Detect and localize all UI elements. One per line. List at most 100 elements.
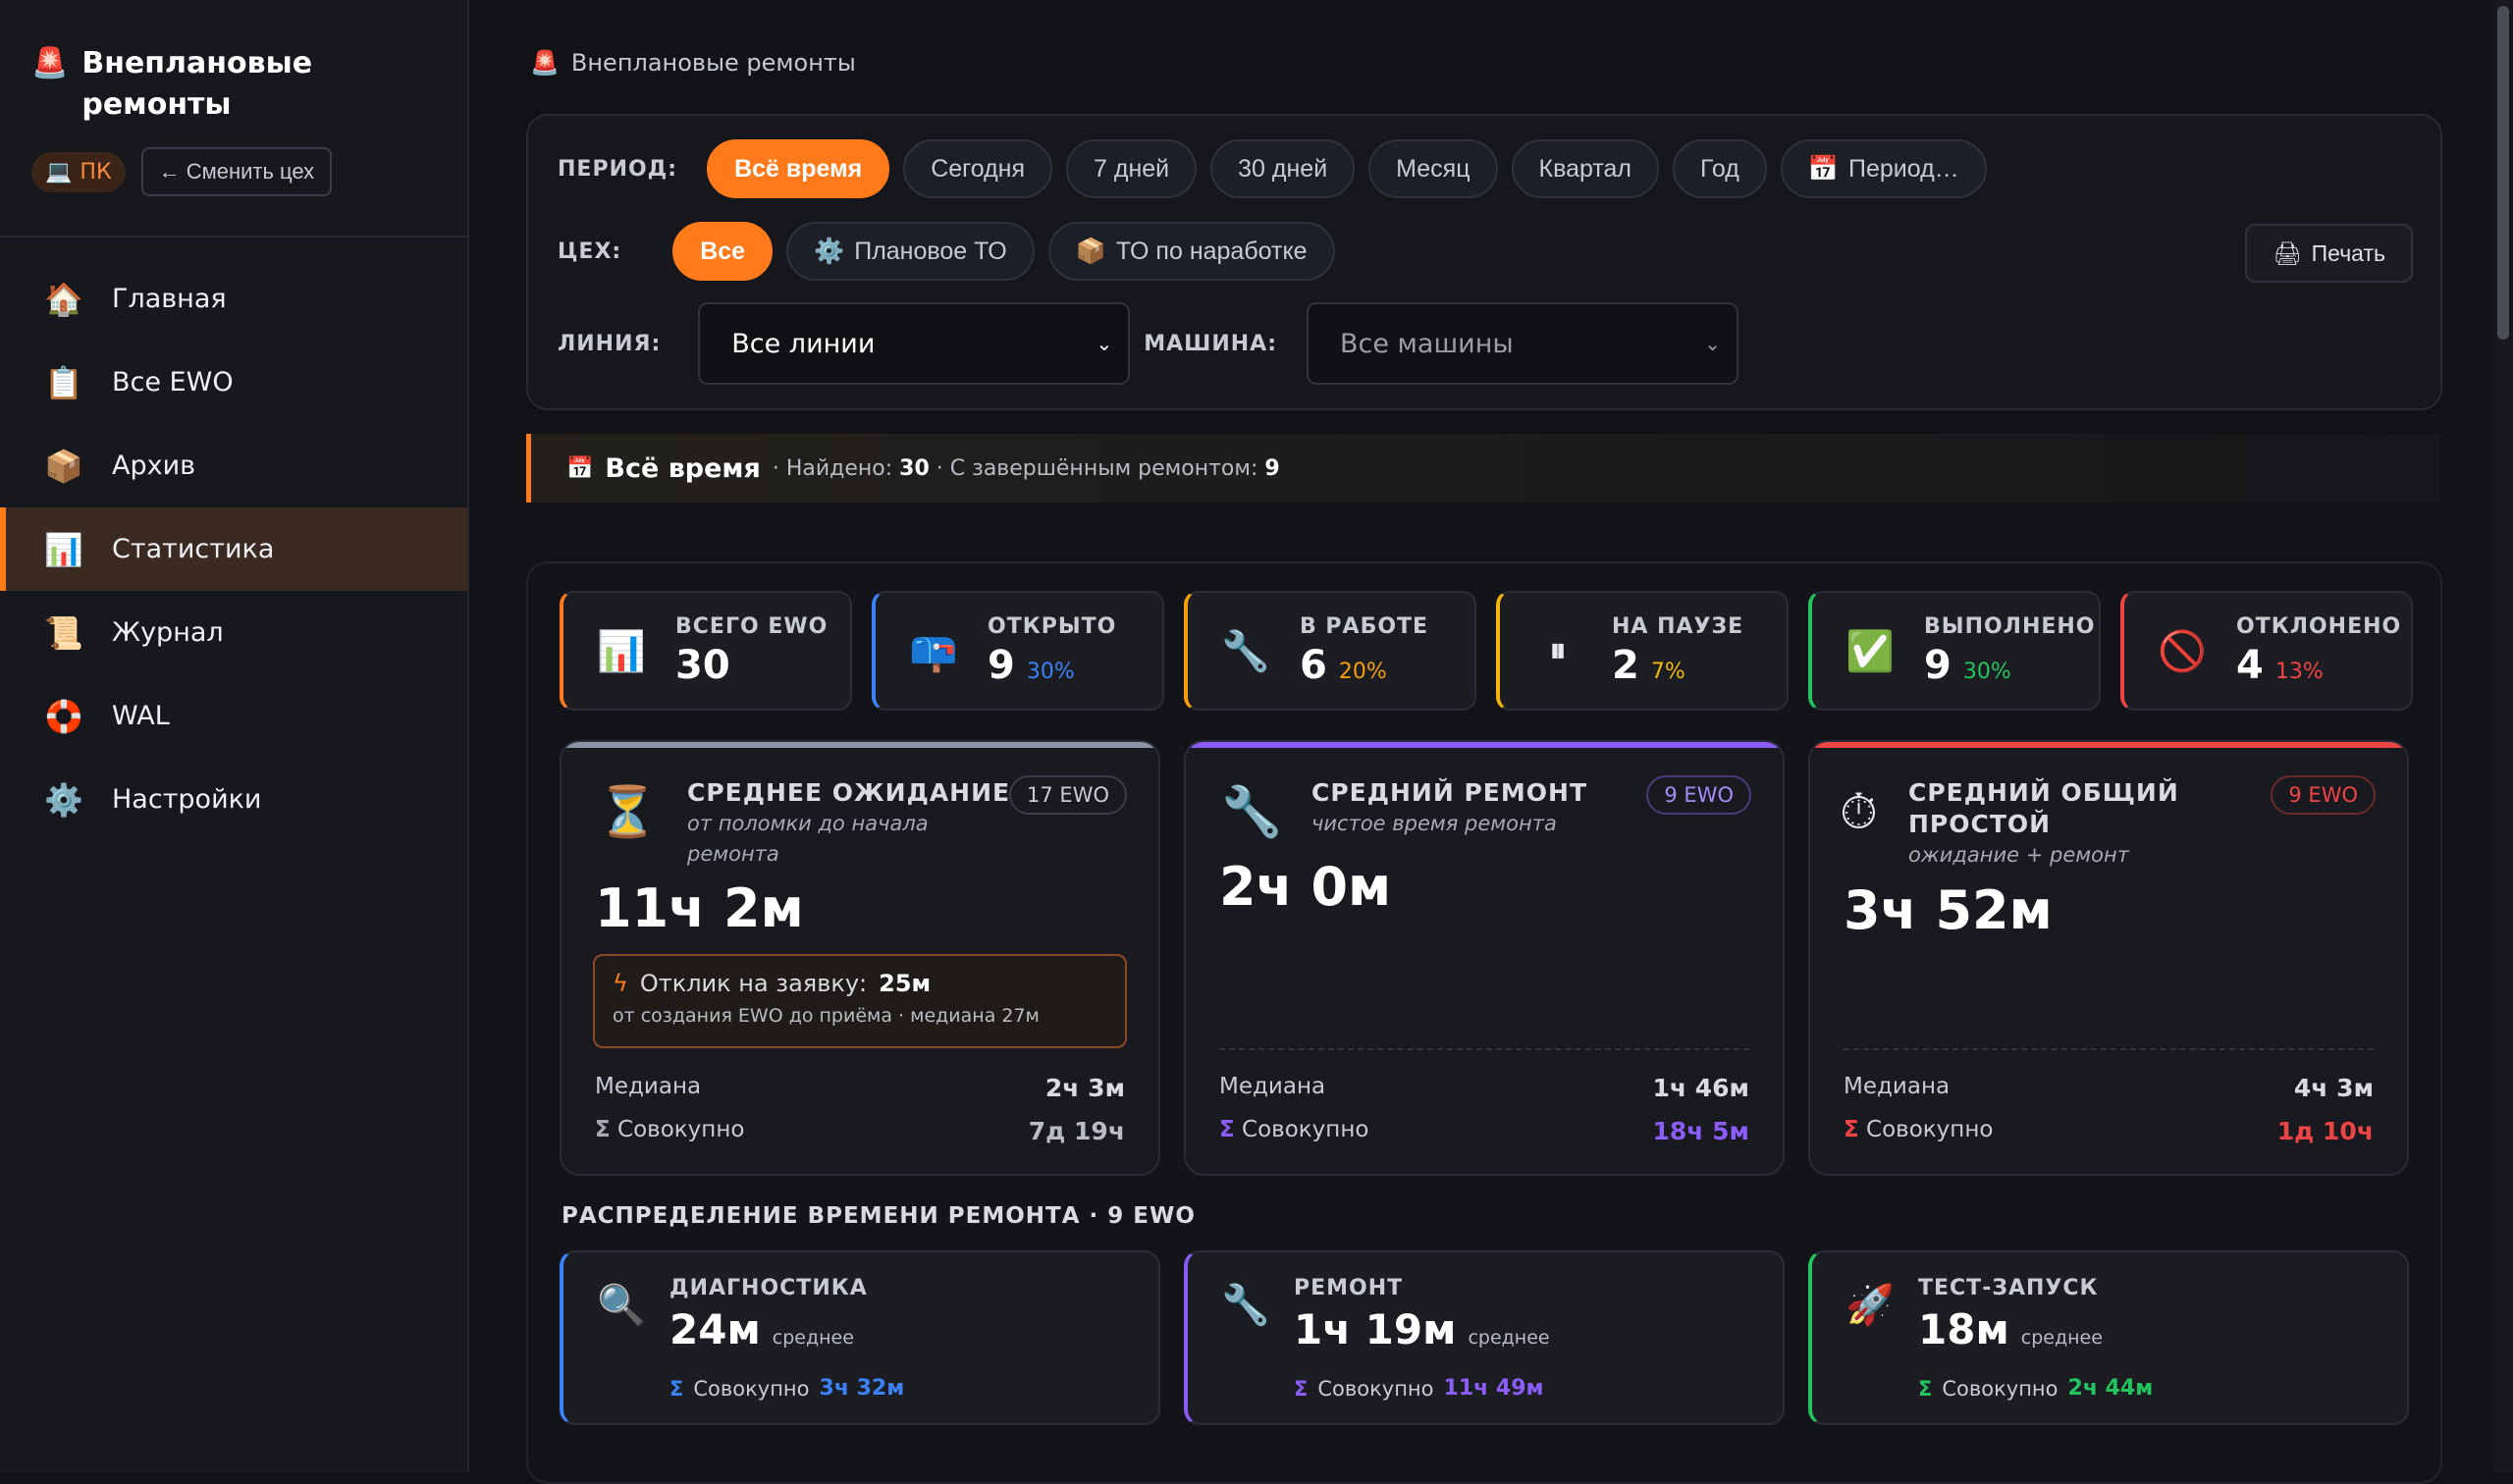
chart-icon: 📊 xyxy=(597,628,646,674)
card-average-wait: ⏳ СРЕДНЕЕ ОЖИДАНИЕ от поломки до начала … xyxy=(560,740,1160,1176)
stat-rejected: 🚫 ОТКЛОНЕНО 4 13% xyxy=(2120,591,2413,711)
nav-label: Статистика xyxy=(112,534,275,564)
line-select[interactable]: Все линии ⌄ xyxy=(698,302,1131,385)
switch-workshop-button[interactable]: ← Сменить цех xyxy=(140,147,333,196)
card-value: 2ч 0м xyxy=(1219,856,1392,918)
median-label: Медиана xyxy=(1219,1074,1326,1099)
nav-item-all-ewo[interactable]: 📋 Все EWO xyxy=(0,341,467,424)
summary-found: 30 xyxy=(899,455,930,481)
distribution-label: ДИАГНОСТИКА xyxy=(669,1276,868,1300)
statistics-panel: 📊 ВСЕГО EWO 30 📪 ОТКРЫТО 9 30% 🔧 В РАБОТЕ 6 2… xyxy=(526,561,2442,1484)
period-chip-7days[interactable]: 7 дней xyxy=(1066,139,1198,198)
period-chip-quarter[interactable]: Квартал xyxy=(1511,139,1660,198)
card-subtitle: чистое время ремонта xyxy=(1311,812,1557,835)
total-row: Σ Совокупно 18ч 5м xyxy=(1219,1117,1749,1145)
breadcrumb-text: Внеплановые ремонты xyxy=(570,49,856,77)
period-chip-custom[interactable]: 📅 Период… xyxy=(1780,139,1987,198)
period-summary: 📅 Всё время · Найдено: 30 · С завершённы… xyxy=(526,434,2440,503)
period-chip-year[interactable]: Год xyxy=(1673,139,1767,198)
machine-label: МАШИНА: xyxy=(1144,331,1277,356)
distribution-test-run: 🚀 ТЕСТ-ЗАПУСК 18м среднее Σ Совокупно 2ч 44… xyxy=(1808,1250,2409,1425)
card-value: 3ч 52м xyxy=(1844,879,2053,941)
sigma-icon: Σ xyxy=(1219,1117,1235,1142)
response-subtitle: от создания EWO до приёма · медиана 27м xyxy=(613,1005,1040,1027)
distribution-value: 1ч 19м xyxy=(1294,1305,1457,1353)
total-label: Совокупно xyxy=(693,1376,810,1401)
total-label: Совокупно xyxy=(1866,1117,1994,1142)
total-value: 1д 10ч xyxy=(2276,1117,2374,1145)
line-machine-row: ЛИНИЯ: Все линии ⌄ МАШИНА: Все машины ⌄ xyxy=(558,302,1738,385)
median-label: Медиана xyxy=(1844,1074,1951,1099)
distribution-title: РАСПРЕДЕЛЕНИЕ ВРЕМЕНИ РЕМОНТА · 9 EWO xyxy=(561,1203,1196,1229)
summary-found-label: · Найдено: xyxy=(772,455,893,481)
siren-icon: 🚨 xyxy=(31,46,69,80)
median-value: 4ч 3м xyxy=(2293,1074,2374,1102)
total-value: 3ч 32м xyxy=(819,1376,905,1401)
nav-item-wal[interactable]: 🛟 WAL xyxy=(0,674,467,758)
period-chip-30days[interactable]: 30 дней xyxy=(1210,139,1356,198)
shop-chip-all[interactable]: Все xyxy=(672,222,774,281)
period-chip-month[interactable]: Месяц xyxy=(1368,139,1498,198)
nav-item-statistics[interactable]: 📊 Статистика xyxy=(0,507,467,591)
printer-icon: 🖨 xyxy=(2272,239,2302,266)
scrollbar-thumb[interactable] xyxy=(2497,6,2509,340)
period-chip-all[interactable]: Всё время xyxy=(707,139,890,198)
lifebuoy-icon: 🛟 xyxy=(44,697,83,735)
period-chip-today[interactable]: Сегодня xyxy=(903,139,1053,198)
stopwatch-icon: ⏱ xyxy=(1840,783,1878,840)
shop-chip-planned[interactable]: ⚙️ Плановое ТО xyxy=(786,222,1035,281)
shop-filter-row: ЦЕХ: Все ⚙️ Плановое ТО 📦 ТО по наработке xyxy=(558,222,1335,281)
wrench-icon: 🔧 xyxy=(1221,628,1270,674)
siren-icon: 🚨 xyxy=(530,49,560,77)
divider xyxy=(1844,1048,2374,1050)
stat-percent: 30% xyxy=(1026,659,1075,684)
workshop-badge-label: ПК xyxy=(80,159,112,185)
total-label: Совокупно xyxy=(1317,1376,1434,1401)
card-average-downtime: ⏱ СРЕДНИЙ ОБЩИЙ ПРОСТОЙ ожидание + ремон… xyxy=(1808,740,2409,1176)
shop-label: ЦЕХ: xyxy=(558,238,622,264)
average-label: среднее xyxy=(2020,1327,2103,1349)
ewo-count-badge: 9 EWO xyxy=(2271,775,2376,815)
gear-icon: ⚙️ xyxy=(814,237,845,265)
card-average-repair: 🔧 СРЕДНИЙ РЕМОНТ чистое время ремонта 9 … xyxy=(1184,740,1785,1176)
check-icon: ✅ xyxy=(1845,628,1895,674)
stat-in-progress: 🔧 В РАБОТЕ 6 20% xyxy=(1184,591,1476,711)
total-row: Σ Совокупно 1д 10ч xyxy=(1844,1117,2374,1145)
median-label: Медиана xyxy=(595,1074,702,1099)
print-button[interactable]: 🖨 Печать xyxy=(2245,224,2413,283)
distribution-label: ТЕСТ-ЗАПУСК xyxy=(1918,1276,2099,1300)
calendar-icon: 📅 xyxy=(1807,154,1839,183)
lightning-icon: ϟ xyxy=(613,970,628,997)
nav-item-journal[interactable]: 📜 Журнал xyxy=(0,591,467,674)
card-title: СРЕДНЕЕ ОЖИДАНИЕ xyxy=(687,778,1011,807)
shop-chip-runtime[interactable]: 📦 ТО по наработке xyxy=(1047,222,1335,281)
ewo-count-badge: 17 EWO xyxy=(1009,775,1127,815)
distribution-repair: 🔧 РЕМОНТ 1ч 19м среднее Σ Совокупно 11ч 49м xyxy=(1184,1250,1785,1425)
scroll-icon: 📜 xyxy=(44,613,83,652)
period-label: ПЕРИОД: xyxy=(558,156,678,182)
breadcrumb: 🚨 Внеплановые ремонты xyxy=(530,49,856,77)
nav-item-settings[interactable]: ⚙️ Настройки xyxy=(0,758,467,841)
distribution-diagnostics: 🔍 ДИАГНОСТИКА 24м среднее Σ Совокупно 3ч 32… xyxy=(560,1250,1160,1425)
sigma-icon: Σ xyxy=(1918,1376,1933,1401)
gear-icon: ⚙️ xyxy=(44,780,83,819)
period-custom-label: Период… xyxy=(1847,154,1959,183)
total-value: 7д 19ч xyxy=(1028,1117,1125,1145)
nav-label: Настройки xyxy=(112,784,262,815)
median-row: Медиана 1ч 46м xyxy=(1219,1074,1749,1102)
total-row: Σ Совокупно 7д 19ч xyxy=(595,1117,1125,1145)
total-label: Совокупно xyxy=(1242,1117,1369,1142)
home-icon: 🏠 xyxy=(44,280,83,318)
stat-label: В РАБОТЕ xyxy=(1300,613,1429,639)
nav-item-home[interactable]: 🏠 Главная xyxy=(0,257,467,341)
card-subtitle: ожидание + ремонт xyxy=(1908,843,2129,867)
page-scrollbar[interactable] xyxy=(2493,0,2513,1472)
machine-select[interactable]: Все машины ⌄ xyxy=(1307,302,1738,385)
prohibited-icon: 🚫 xyxy=(2158,628,2207,674)
clipboard-icon: 📋 xyxy=(44,363,83,401)
chevron-down-icon: ⌄ xyxy=(1704,332,1721,355)
nav-item-archive[interactable]: 📦 Архив xyxy=(0,424,467,507)
card-accent xyxy=(561,742,1158,748)
stat-percent: 7% xyxy=(1650,659,1685,684)
chart-icon: 📊 xyxy=(44,530,83,568)
